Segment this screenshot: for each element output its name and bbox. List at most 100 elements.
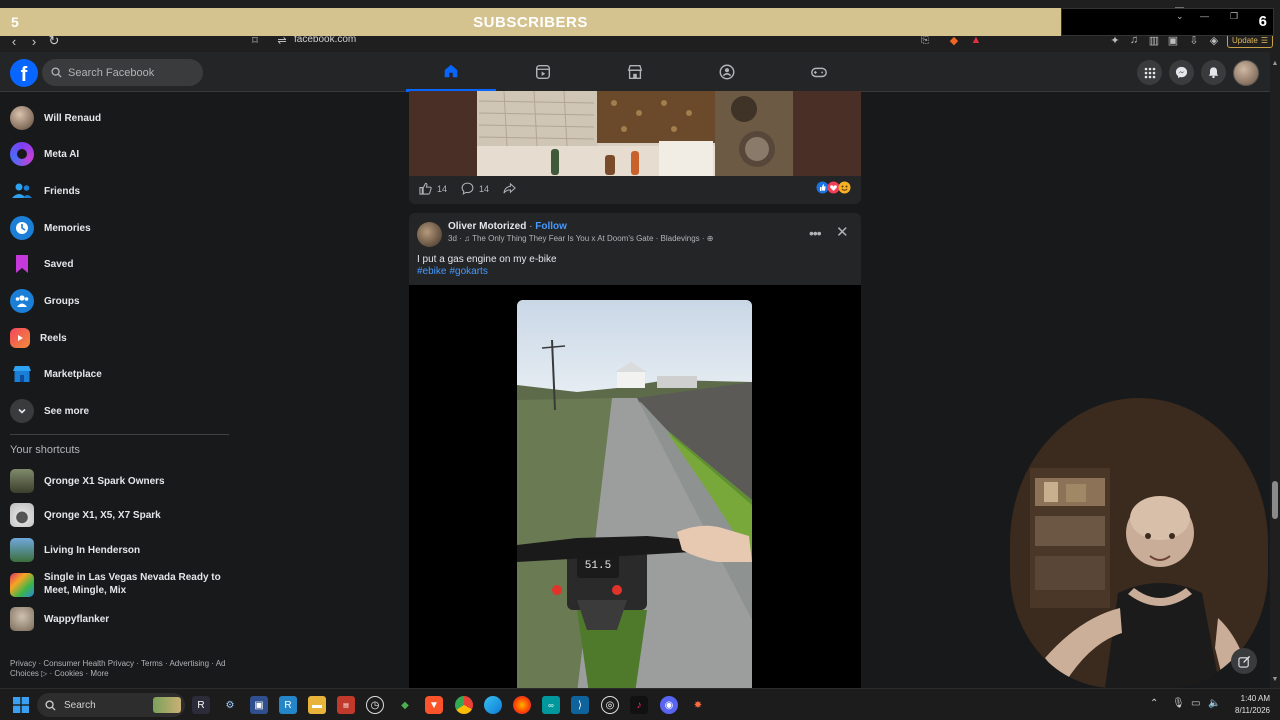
- windows-taskbar: Search R ⚙ ▣ R ▬ ▤ ◷ ◆ ▼ ∞ ⟩ ◎ ♪ ◉ ✸ ⌃ 🎙…: [0, 688, 1280, 720]
- app-icon[interactable]: ◎: [601, 696, 619, 714]
- tiktok-icon[interactable]: ♪: [630, 696, 648, 714]
- author-avatar[interactable]: [417, 222, 442, 247]
- close-icon[interactable]: ✕: [836, 223, 849, 241]
- sidebar-item-label: Will Renaud: [44, 112, 102, 124]
- reaction-icons: [816, 181, 851, 194]
- reels-icon: [10, 328, 30, 348]
- comment-button[interactable]: 14: [461, 182, 489, 195]
- bell-icon: [1208, 67, 1219, 79]
- menu-button[interactable]: [1137, 60, 1162, 85]
- share-icon: [503, 182, 516, 194]
- facebook-logo[interactable]: f: [10, 59, 38, 87]
- chevron-down-icon: [10, 399, 34, 423]
- share-button[interactable]: [503, 182, 516, 195]
- sidebar-item-marketplace[interactable]: Marketplace: [10, 359, 102, 389]
- tab-groups[interactable]: [682, 52, 772, 92]
- firefox-icon[interactable]: [513, 696, 531, 714]
- tab-home[interactable]: [406, 52, 496, 92]
- arduino-icon[interactable]: ∞: [542, 696, 560, 714]
- app-icon[interactable]: R: [192, 696, 210, 714]
- messenger-button[interactable]: [1169, 60, 1194, 85]
- sidebar-item-meta-ai[interactable]: Meta AI: [10, 139, 79, 169]
- notifications-button[interactable]: [1201, 60, 1226, 85]
- reaction-summary[interactable]: [816, 181, 852, 194]
- sidebar-item-reels[interactable]: Reels: [10, 323, 67, 353]
- scroll-up-icon[interactable]: ▲: [1271, 60, 1279, 68]
- post-image[interactable]: [409, 90, 861, 176]
- sidebar-item-memories[interactable]: Memories: [10, 213, 91, 243]
- discord-icon[interactable]: ◉: [660, 696, 678, 714]
- hashtag-link[interactable]: #ebike: [417, 266, 446, 277]
- new-message-button[interactable]: [1231, 648, 1257, 674]
- subscribers-title: SUBSCRIBERS: [473, 13, 588, 31]
- sidebar-item-label: Friends: [44, 185, 81, 197]
- network-tool-icon[interactable]: ⚙: [221, 696, 239, 714]
- app-icon[interactable]: ✸: [689, 696, 707, 714]
- clock-app-icon[interactable]: ◷: [366, 696, 384, 714]
- menu-icon: ☰: [1260, 36, 1268, 45]
- webcam-feed: [1010, 398, 1268, 688]
- shortcut-item[interactable]: Wappyflanker: [10, 604, 109, 634]
- groups-icon: [719, 64, 735, 80]
- shortcut-thumbnail: [10, 607, 34, 631]
- chevron-down-icon[interactable]: ⌄: [1176, 11, 1184, 22]
- restore-icon[interactable]: ❐: [1230, 11, 1238, 22]
- like-icon: [419, 182, 432, 195]
- tray-chevron-icon[interactable]: ⌃: [1150, 698, 1158, 709]
- search-box[interactable]: [42, 59, 203, 86]
- microphone-icon[interactable]: 🎙: [1172, 698, 1185, 709]
- shortcuts-heading: Your shortcuts: [10, 444, 80, 456]
- chrome-icon[interactable]: [455, 696, 473, 714]
- post-author-line: Oliver Motorized · Follow: [448, 221, 567, 232]
- page-scrollbar[interactable]: [1270, 52, 1280, 688]
- edge-icon[interactable]: [484, 696, 502, 714]
- shortcut-item[interactable]: Qronge X1 Spark Owners: [10, 466, 165, 496]
- tab-marketplace[interactable]: [590, 52, 680, 92]
- footer-links[interactable]: Privacy · Consumer Health Privacy · Term…: [10, 659, 235, 679]
- video-player[interactable]: 51.5: [409, 285, 861, 693]
- sidebar-item-groups[interactable]: Groups: [10, 286, 80, 316]
- search-icon: [45, 699, 56, 711]
- volume-icon[interactable]: 🔈: [1208, 698, 1220, 709]
- follow-button[interactable]: Follow: [535, 221, 567, 232]
- minimize-icon[interactable]: —: [1200, 11, 1209, 21]
- shortcut-item[interactable]: Qronge X1, X5, X7 Spark: [10, 500, 161, 530]
- shortcut-item[interactable]: Living In Henderson: [10, 535, 140, 565]
- sidebar-item-friends[interactable]: Friends: [10, 176, 80, 206]
- like-button[interactable]: 14: [419, 182, 447, 195]
- vscode-icon[interactable]: ⟩: [571, 696, 589, 714]
- windows-start-icon[interactable]: [12, 696, 30, 714]
- app-icon[interactable]: ◆: [396, 696, 414, 714]
- post-meta-text[interactable]: 3d · ♫ The Only Thing They Fear Is You x…: [448, 234, 707, 243]
- profile-avatar[interactable]: [1233, 60, 1259, 86]
- sidebar-item-label: Saved: [44, 258, 74, 270]
- shortcut-thumbnail: [10, 503, 34, 527]
- shortcut-item[interactable]: Single in Las Vegas Nevada Ready to Meet…: [10, 569, 234, 605]
- left-sidebar: Will Renaud Meta AI Friends Memories Sav…: [0, 92, 240, 688]
- app-icon[interactable]: ▣: [250, 696, 268, 714]
- app-icon[interactable]: R: [279, 696, 297, 714]
- messenger-icon: [1175, 66, 1188, 79]
- sidebar-item-profile[interactable]: Will Renaud: [10, 103, 101, 133]
- search-input[interactable]: [68, 66, 188, 79]
- tab-gaming[interactable]: [774, 52, 864, 92]
- hashtag-link[interactable]: #gokarts: [449, 266, 487, 277]
- more-options-icon[interactable]: •••: [809, 225, 822, 241]
- scroll-down-icon[interactable]: ▼: [1271, 676, 1279, 684]
- post-author[interactable]: Oliver Motorized: [448, 221, 526, 232]
- app-icon[interactable]: ▤: [337, 696, 355, 714]
- sidebar-item-saved[interactable]: Saved: [10, 249, 73, 279]
- scrollbar-thumb[interactable]: [1272, 481, 1278, 519]
- display-icon[interactable]: ▭: [1191, 698, 1200, 709]
- taskbar-search[interactable]: Search: [37, 693, 185, 717]
- sidebar-divider: [10, 434, 229, 435]
- sidebar-item-see-more[interactable]: See more: [10, 396, 89, 426]
- post-photo: [409, 90, 861, 176]
- search-icon: [51, 67, 62, 78]
- friends-icon: [10, 179, 34, 203]
- taskbar-clock[interactable]: 1:40 AM 8/11/2026: [1226, 693, 1270, 717]
- marketplace-icon: [10, 362, 34, 386]
- brave-browser-icon[interactable]: ▼: [425, 696, 443, 714]
- tab-video[interactable]: [498, 52, 588, 92]
- file-explorer-icon[interactable]: ▬: [308, 696, 326, 714]
